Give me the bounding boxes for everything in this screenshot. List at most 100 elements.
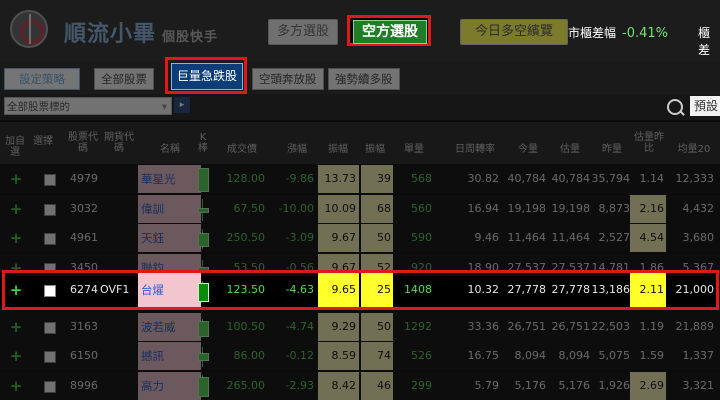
stock-code: 4979	[70, 172, 98, 185]
yest-volume: 5,075	[598, 349, 631, 362]
short-pick-highlight: 空方選股	[347, 15, 431, 46]
futures-code	[100, 224, 134, 252]
tab-all-stocks[interactable]: 全部股票	[94, 68, 154, 90]
today-volume: 8,094	[514, 349, 547, 362]
col-amplitude[interactable]: 振幅	[318, 144, 358, 155]
col-price[interactable]: 成交價	[220, 144, 264, 155]
futures-code	[100, 372, 134, 400]
select-checkbox[interactable]	[44, 203, 56, 216]
est-ratio: 2.69	[630, 371, 666, 400]
est-volume: 19,198	[551, 201, 591, 215]
add-watch-icon[interactable]: +	[6, 342, 26, 370]
tab-bear-release[interactable]: 空頭奔放股	[252, 68, 324, 90]
change-pct: -2.93	[285, 378, 314, 392]
today-volume: 40,784	[507, 172, 547, 185]
col-name[interactable]: 名稱	[140, 144, 200, 155]
est-volume: 26,751	[551, 319, 591, 333]
stock-name-link[interactable]: 天鈺	[138, 224, 201, 252]
turnover-rate: 9.46	[474, 231, 500, 244]
today-overview-button[interactable]: 今日多空繽覽	[460, 19, 568, 45]
today-volume: 11,464	[507, 231, 547, 244]
est-volume: 8,094	[558, 349, 591, 362]
market-diff-cut: 櫃差	[698, 26, 711, 57]
avg-volume-20: 12,333	[675, 172, 715, 185]
table-row[interactable]: +4961 天鈺 250.50 -3.09 9.67 50 590 9.46 11,464 11,…	[0, 224, 720, 252]
col-kbar[interactable]: K棒	[197, 132, 209, 154]
amplitude: 8.59	[318, 342, 359, 370]
turnover-rate: 30.82	[467, 172, 500, 185]
amplitude: 10.09	[318, 194, 359, 223]
col-select[interactable]: 選擇	[32, 136, 54, 147]
unit-volume: 299	[411, 378, 432, 392]
table-row[interactable]: +3032 偉訓 67.50 -10.00 10.09 68 560 16.94 19,198 1…	[0, 194, 720, 223]
long-pick-button[interactable]: 多方選股	[268, 19, 339, 45]
turnover-rate: 5.79	[474, 378, 500, 392]
yest-volume: 1,926	[598, 378, 631, 392]
avg-volume-20: 4,432	[682, 201, 715, 215]
select-checkbox[interactable]	[44, 351, 56, 363]
col-stock-code[interactable]: 股票代碼	[68, 132, 98, 154]
unit-volume: 526	[411, 349, 432, 362]
col-futures-code[interactable]: 期貨代碼	[104, 132, 134, 154]
table-row[interactable]: +8996 高力 265.00 -2.93 8.42 46 299 5.79 5,176 5,17…	[0, 371, 720, 400]
col-est-volume[interactable]: 估量	[550, 144, 590, 155]
col-today-volume[interactable]: 今量	[508, 144, 548, 155]
col-change[interactable]: 漲幅	[282, 144, 312, 155]
change-pct: -9.86	[285, 172, 314, 185]
select-checkbox[interactable]	[44, 233, 56, 245]
kbar-body	[198, 168, 209, 192]
select-checkbox[interactable]	[44, 321, 56, 334]
futures-code	[100, 195, 134, 223]
preset-button[interactable]: 預設	[690, 96, 720, 116]
scope-confirm-button[interactable]: ▸	[174, 97, 190, 113]
filter-bar: 全部股票標的 ▾ ▸	[0, 94, 720, 120]
col-avg20[interactable]: 均量20	[670, 144, 718, 155]
unit-volume: 568	[411, 172, 432, 185]
table-row[interactable]: +6150 撼訊 86.00 -0.12 8.59 74 526 16.75 8,094 8,09…	[0, 342, 720, 370]
est-volume: 11,464	[551, 231, 591, 244]
today-volume: 19,198	[507, 201, 547, 215]
col-yest-volume[interactable]: 昨量	[592, 144, 632, 155]
add-watch-icon[interactable]: +	[6, 165, 26, 193]
short-pick-button[interactable]: 空方選股	[353, 20, 427, 44]
settings-strategy-button[interactable]: 設定策略	[4, 68, 80, 90]
col-amplitude-rank[interactable]: 振幅	[360, 144, 390, 155]
stock-scope-select[interactable]: 全部股票標的 ▾	[4, 97, 172, 115]
price: 265.00	[226, 378, 266, 392]
col-est-ratio[interactable]: 估量昨比	[632, 132, 666, 154]
futures-code	[100, 165, 134, 193]
stock-name-link[interactable]: 偉訓	[138, 194, 201, 223]
stock-name-link[interactable]: 華星光	[138, 165, 201, 193]
select-checkbox[interactable]	[44, 380, 56, 393]
col-unit-volume[interactable]: 單量	[396, 144, 432, 155]
add-watch-icon[interactable]: +	[6, 313, 26, 341]
futures-code	[100, 313, 134, 341]
kbar-body	[198, 320, 209, 337]
kbar-body	[198, 353, 209, 361]
turnover-rate: 16.75	[467, 349, 500, 362]
stock-code: 8996	[70, 378, 98, 392]
col-add-watch[interactable]: 加自選	[2, 136, 28, 158]
amplitude-rank: 39	[361, 165, 393, 193]
tab-bar: 設定策略 全部股票 空頭奔放股 強勢續多股	[0, 62, 720, 94]
select-checkbox[interactable]	[44, 174, 56, 186]
add-watch-icon[interactable]: +	[6, 372, 26, 400]
stock-name-link[interactable]: 波若威	[138, 312, 201, 341]
avg-volume-20: 3,680	[682, 231, 715, 244]
kbar-body	[198, 207, 209, 213]
add-watch-icon[interactable]: +	[6, 195, 26, 223]
table-row[interactable]: +3163 波若威 100.50 -4.74 9.29 50 1292 33.36 26,751…	[0, 312, 720, 341]
price: 250.50	[226, 231, 266, 244]
stock-name-link[interactable]: 高力	[138, 371, 201, 400]
search-icon[interactable]	[667, 99, 683, 115]
tab-volume-drop[interactable]: 巨量急跌股	[171, 63, 243, 90]
table-row[interactable]: +4979 華星光 128.00 -9.86 13.73 39 568 30.82 40,784…	[0, 165, 720, 193]
stock-name-link[interactable]: 撼訊	[138, 342, 201, 370]
change-pct: -10.00	[278, 201, 314, 215]
add-watch-icon[interactable]: +	[6, 224, 26, 252]
turnover-rate: 33.36	[467, 319, 500, 333]
tab-strong-bull[interactable]: 強勢續多股	[328, 68, 400, 90]
col-turnover[interactable]: 日周轉率	[445, 144, 505, 155]
est-volume: 5,176	[558, 378, 591, 392]
est-ratio: 1.14	[639, 172, 665, 185]
